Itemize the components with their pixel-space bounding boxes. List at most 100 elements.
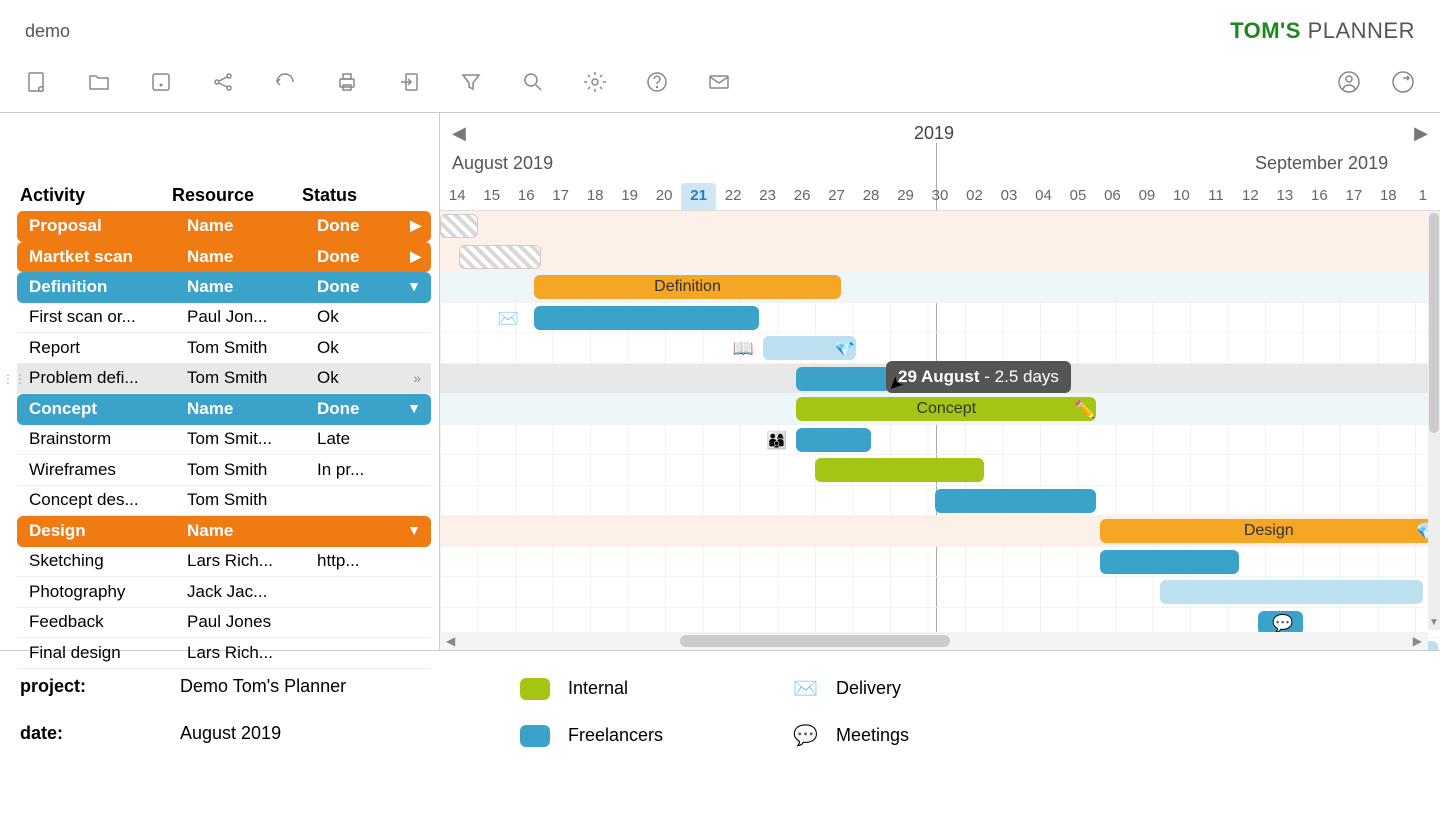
gantt-row[interactable] [440,486,1440,517]
expand-arrow-icon[interactable]: ▶ [410,217,421,234]
date-header[interactable]: 30 [923,183,957,210]
undo-icon[interactable] [273,70,297,94]
gantt-row[interactable]: 📖💎 [440,333,1440,364]
cell-resource[interactable]: Name [187,399,317,419]
cell-resource[interactable]: Name [187,521,317,541]
gantt-row[interactable] [440,455,1440,486]
date-header[interactable]: 06 [1095,183,1129,210]
cell-status[interactable]: Ok [317,307,431,327]
gantt-bar[interactable] [1160,580,1423,604]
gantt-row[interactable]: ✉️ [440,303,1440,334]
cell-activity[interactable]: Final design [17,643,187,663]
cell-resource[interactable]: Name [187,277,317,297]
date-header[interactable]: 12 [1233,183,1267,210]
date-header[interactable]: 22 [716,183,750,210]
cell-activity[interactable]: Wireframes [17,460,187,480]
gantt-row[interactable] [440,211,1440,242]
cell-resource[interactable]: Tom Smith [187,368,317,388]
cell-resource[interactable]: Name [187,247,317,267]
task-row[interactable]: ⋮⋮Problem defi...Tom SmithOk» [17,364,431,395]
date-header[interactable]: 18 [578,183,612,210]
scroll-thumb[interactable] [680,635,950,647]
gantt-row[interactable]: Concept✏️ [440,394,1440,425]
date-header[interactable]: 17 [1337,183,1371,210]
date-header[interactable]: 10 [1164,183,1198,210]
date-header[interactable]: 11 [1199,183,1233,210]
task-row[interactable]: Concept des...Tom Smith [17,486,431,517]
group-header-row[interactable]: Martket scanNameDone▶ [17,242,431,273]
date-header[interactable]: 15 [474,183,508,210]
attachment-icon[interactable]: 💎 [834,339,855,359]
date-header[interactable]: 23 [750,183,784,210]
gantt-bar[interactable] [459,245,542,269]
gantt-bar[interactable] [796,367,890,391]
task-row[interactable]: BrainstormTom Smit...Late [17,425,431,456]
chevron-right-icon[interactable]: ▶ [1413,634,1422,648]
search-icon[interactable] [521,70,545,94]
cell-resource[interactable]: Name [187,216,317,236]
date-header[interactable]: 03 [992,183,1026,210]
folder-icon[interactable] [87,70,111,94]
print-icon[interactable] [335,70,359,94]
task-row[interactable]: PhotographyJack Jac... [17,577,431,608]
gantt-bar[interactable] [534,306,759,330]
group-header-row[interactable]: DesignName▼ [17,516,431,547]
date-header[interactable]: 29 [888,183,922,210]
task-row[interactable]: Final designLars Rich... [17,638,431,669]
settings-icon[interactable] [583,70,607,94]
attachment-icon[interactable]: ✏️ [1074,400,1095,420]
cell-activity[interactable]: Proposal [17,216,187,236]
cell-activity[interactable]: Concept [17,399,187,419]
share-icon[interactable] [211,70,235,94]
gantt-bar[interactable] [815,458,984,482]
date-header[interactable]: 19 [612,183,646,210]
task-row[interactable]: WireframesTom SmithIn pr... [17,455,431,486]
attachment-icon[interactable]: 📖 [733,339,754,359]
date-header[interactable]: 13 [1268,183,1302,210]
cell-resource[interactable]: Tom Smith [187,338,317,358]
exit-icon[interactable] [1391,70,1415,94]
user-icon[interactable] [1337,70,1361,94]
date-header[interactable]: 14 [440,183,474,210]
more-icon[interactable]: » [413,370,421,386]
cell-status[interactable]: Late [317,429,431,449]
cell-activity[interactable]: Problem defi... [17,368,187,388]
date-header[interactable]: 16 [1302,183,1336,210]
scroll-thumb[interactable] [1429,213,1439,433]
col-status[interactable]: Status [302,185,439,206]
date-header[interactable]: 20 [647,183,681,210]
cell-resource[interactable]: Lars Rich... [187,551,317,571]
gantt-bar[interactable] [796,428,871,452]
cell-activity[interactable]: Report [17,338,187,358]
attachment-icon[interactable]: ✉️ [498,309,519,329]
chevron-down-icon[interactable]: ▼ [1428,617,1440,628]
date-header[interactable]: 04 [1026,183,1060,210]
mail-icon[interactable] [707,70,731,94]
col-resource[interactable]: Resource [172,185,302,206]
scroll-right-icon[interactable]: ▶ [1414,123,1428,144]
date-header[interactable]: 02 [957,183,991,210]
group-header-row[interactable]: ConceptNameDone▼ [17,394,431,425]
col-activity[interactable]: Activity [0,185,172,206]
cell-activity[interactable]: Design [17,521,187,541]
cell-activity[interactable]: Martket scan [17,247,187,267]
help-icon[interactable] [645,70,669,94]
cell-activity[interactable]: First scan or... [17,307,187,327]
cell-activity[interactable]: Brainstorm [17,429,187,449]
gantt-row[interactable]: Design💎 [440,516,1440,547]
cell-resource[interactable]: Paul Jones [187,612,317,632]
date-header[interactable]: 16 [509,183,543,210]
attachment-icon[interactable]: 👨‍👩‍👦 [766,431,787,451]
cell-status[interactable]: http... [317,551,431,571]
attachment-icon[interactable]: 💬 [1272,614,1293,634]
date-header[interactable]: 27 [819,183,853,210]
cell-activity[interactable]: Definition [17,277,187,297]
vertical-scrollbar[interactable]: ▼ [1428,211,1440,630]
save-icon[interactable] [149,70,173,94]
gantt-bar[interactable] [1100,550,1239,574]
date-header[interactable]: 05 [1061,183,1095,210]
cell-resource[interactable]: Tom Smith [187,460,317,480]
scroll-left-icon[interactable]: ◀ [452,123,466,144]
gantt-bar[interactable]: Concept [796,397,1096,421]
task-row[interactable]: First scan or...Paul Jon...Ok [17,303,431,334]
